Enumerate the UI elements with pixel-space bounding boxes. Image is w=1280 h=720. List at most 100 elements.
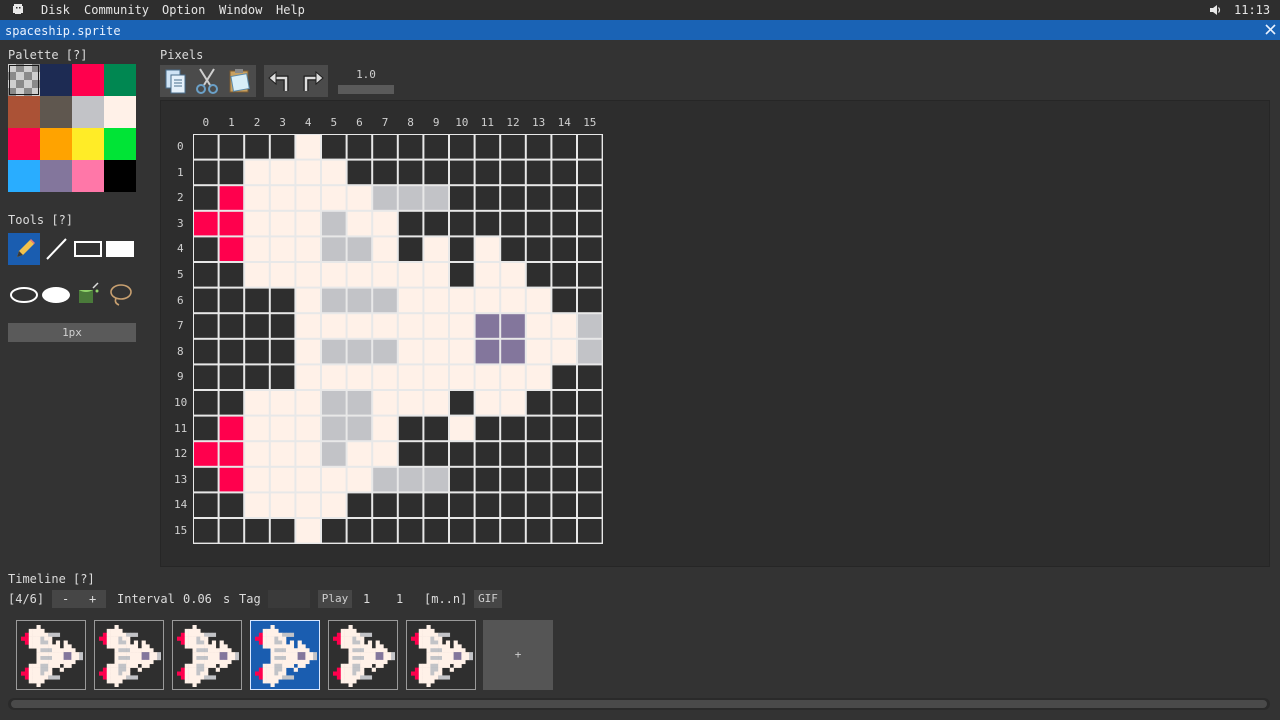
pixel-cell[interactable] (578, 314, 602, 338)
pixel-cell[interactable] (424, 493, 448, 517)
copy-icon[interactable] (162, 66, 190, 99)
pixel-cell[interactable] (245, 339, 269, 364)
pixel-cell[interactable] (245, 314, 269, 338)
pixel-cell[interactable] (194, 442, 218, 466)
pixel-cell[interactable] (578, 186, 602, 210)
pixel-cell[interactable] (578, 237, 602, 261)
pixel-cell[interactable] (296, 493, 320, 517)
pixel-cell[interactable] (424, 160, 448, 185)
pixel-cell[interactable] (322, 339, 346, 364)
pixel-cell[interactable] (552, 160, 576, 185)
pixel-cell[interactable] (347, 263, 372, 287)
pixel-cell[interactable] (296, 237, 320, 261)
pixel-cell[interactable] (270, 263, 295, 287)
pixel-cell[interactable] (578, 365, 602, 389)
pixel-cell[interactable] (322, 314, 346, 338)
pixel-cell[interactable] (526, 493, 551, 517)
pixel-cell[interactable] (270, 135, 295, 159)
pixel-cell[interactable] (398, 365, 423, 389)
pixel-cell[interactable] (270, 519, 295, 543)
timeline-frame[interactable] (172, 620, 242, 690)
pixel-cell[interactable] (245, 263, 269, 287)
pixel-cell[interactable] (322, 391, 346, 415)
pixel-cell[interactable] (578, 467, 602, 492)
pixel-cell[interactable] (475, 263, 500, 287)
pixel-grid[interactable] (193, 134, 603, 544)
pixel-cell[interactable] (526, 416, 551, 441)
pixel-cell[interactable] (552, 365, 576, 389)
pixel-cell[interactable] (526, 365, 551, 389)
pixel-cell[interactable] (424, 365, 448, 389)
pixel-cell[interactable] (347, 314, 372, 338)
pixel-cell[interactable] (501, 467, 525, 492)
pixel-cell[interactable] (450, 237, 474, 261)
pixel-cell[interactable] (347, 442, 372, 466)
pixel-cell[interactable] (552, 339, 576, 364)
pixel-cell[interactable] (552, 314, 576, 338)
frame-plus-button[interactable]: + (89, 592, 96, 606)
pixel-cell[interactable] (578, 519, 602, 543)
pixel-cell[interactable] (194, 467, 218, 492)
pixel-cell[interactable] (219, 186, 244, 210)
pixel-cell[interactable] (398, 288, 423, 313)
pixel-cell[interactable] (270, 237, 295, 261)
pixel-cell[interactable] (398, 339, 423, 364)
pixel-cell[interactable] (424, 467, 448, 492)
pixel-cell[interactable] (552, 493, 576, 517)
pixel-cell[interactable] (501, 237, 525, 261)
palette-swatch[interactable] (72, 160, 104, 192)
pixel-cell[interactable] (373, 493, 397, 517)
range-to[interactable]: 1 (396, 592, 403, 606)
pixel-cell[interactable] (219, 237, 244, 261)
pixel-cell[interactable] (398, 237, 423, 261)
pixel-cell[interactable] (245, 493, 269, 517)
pixel-cell[interactable] (219, 263, 244, 287)
pixel-cell[interactable] (219, 519, 244, 543)
palette-swatch[interactable] (72, 64, 104, 96)
interval-value[interactable]: 0.06 (183, 592, 212, 606)
menu-help[interactable]: Help (276, 3, 305, 17)
pixel-cell[interactable] (501, 493, 525, 517)
pixel-cell[interactable] (475, 493, 500, 517)
pixel-cell[interactable] (347, 237, 372, 261)
pixel-cell[interactable] (194, 135, 218, 159)
bucket-tool[interactable] (72, 278, 104, 310)
cut-icon[interactable] (193, 66, 221, 99)
pixel-cell[interactable] (194, 391, 218, 415)
palette-swatch[interactable] (8, 64, 40, 96)
pixel-cell[interactable] (194, 339, 218, 364)
pixel-cell[interactable] (450, 135, 474, 159)
pixel-cell[interactable] (373, 365, 397, 389)
pixel-cell[interactable] (526, 160, 551, 185)
pixel-cell[interactable] (245, 391, 269, 415)
pixel-cell[interactable] (475, 391, 500, 415)
pixel-cell[interactable] (398, 467, 423, 492)
timeline-scrollbar-track[interactable] (8, 698, 1270, 710)
pixel-cell[interactable] (219, 135, 244, 159)
pixel-cell[interactable] (578, 288, 602, 313)
pixel-cell[interactable] (347, 416, 372, 441)
pixel-cell[interactable] (373, 314, 397, 338)
pixel-cell[interactable] (373, 186, 397, 210)
pixel-cell[interactable] (296, 365, 320, 389)
pixel-cell[interactable] (373, 160, 397, 185)
pixel-cell[interactable] (501, 186, 525, 210)
pixel-cell[interactable] (578, 442, 602, 466)
pixel-cell[interactable] (424, 237, 448, 261)
pixel-cell[interactable] (270, 211, 295, 236)
pixel-cell[interactable] (373, 442, 397, 466)
pixel-cell[interactable] (578, 211, 602, 236)
pixel-cell[interactable] (322, 211, 346, 236)
pixel-cell[interactable] (398, 442, 423, 466)
palette-swatch[interactable] (72, 96, 104, 128)
rect-fill-tool[interactable] (104, 233, 136, 265)
pixel-cell[interactable] (194, 493, 218, 517)
timeline-frame[interactable] (250, 620, 320, 690)
palette-swatch[interactable] (8, 128, 40, 160)
pixel-cell[interactable] (398, 263, 423, 287)
pixel-cell[interactable] (322, 263, 346, 287)
pixel-cell[interactable] (475, 416, 500, 441)
pixel-cell[interactable] (296, 263, 320, 287)
pixel-cell[interactable] (347, 186, 372, 210)
pixel-cell[interactable] (219, 365, 244, 389)
